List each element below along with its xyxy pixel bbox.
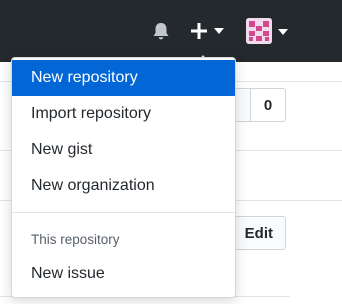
caret-down-icon	[214, 28, 224, 34]
top-navigation-bar	[0, 0, 342, 62]
counter-badge[interactable]: 0	[250, 88, 286, 122]
bell-icon[interactable]	[150, 20, 172, 42]
menu-item-import-repository[interactable]: Import repository	[12, 96, 235, 132]
identicon-avatar	[246, 18, 272, 44]
caret-down-icon	[278, 22, 288, 40]
menu-divider	[12, 212, 235, 213]
user-menu-button[interactable]	[246, 16, 290, 46]
create-new-dropdown-menu: New repository Import repository New gis…	[11, 57, 236, 298]
menu-item-new-repository[interactable]: New repository	[12, 60, 235, 96]
edit-button[interactable]: Edit	[230, 216, 286, 250]
menu-item-new-organization[interactable]: New organization	[12, 168, 235, 204]
plus-icon	[190, 22, 208, 40]
create-new-button[interactable]	[190, 18, 230, 44]
menu-section-header: This repository	[31, 232, 120, 247]
menu-item-new-issue[interactable]: New issue	[12, 256, 235, 292]
menu-item-new-gist[interactable]: New gist	[12, 132, 235, 168]
